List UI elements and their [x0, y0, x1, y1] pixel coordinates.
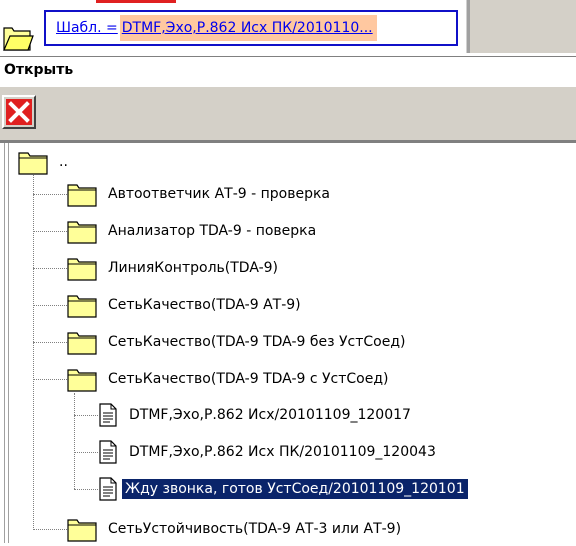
tree-connector: [33, 379, 67, 381]
tree-item-label: Жду звонка, готов УстСоед/20101109_12010…: [122, 479, 468, 499]
tree-item-folder[interactable]: Автоответчик АТ-9 - проверка: [67, 177, 333, 211]
tree-connector: [74, 393, 76, 489]
file-tree: .. Автоответчик АТ-9 - проверка Анализат…: [10, 143, 576, 543]
tree-item-label: ЛинияКонтроль(TDA-9): [108, 260, 279, 276]
tree-item-label: ..: [59, 154, 68, 170]
folder-icon: [67, 369, 97, 392]
tree-item-folder[interactable]: СетьКачество(TDA-9 АТ-9): [67, 288, 304, 322]
template-field[interactable]: Шабл. = DTMF,Эхо,Р.862 Исх ПК/2010110...: [44, 10, 458, 46]
tree-item-folder[interactable]: СетьУстойчивость(TDA-9 АТ-3 или АТ-9): [67, 512, 404, 546]
tree-item-file[interactable]: DTMF,Эхо,Р.862 Исх ПК/20101109_120043: [98, 435, 439, 469]
tree-connector: [33, 231, 67, 233]
tree-connector: [33, 175, 35, 530]
panel-title: Открыть: [4, 62, 74, 78]
right-pane: [470, 0, 576, 53]
document-icon: [99, 440, 117, 464]
folder-icon: [67, 221, 97, 244]
folder-icon: [67, 258, 97, 281]
document-icon: [99, 403, 117, 427]
red-accent-bar: [96, 0, 176, 3]
tree-item-label: Автоответчик АТ-9 - проверка: [108, 186, 330, 202]
tree-item-label: СетьКачество(TDA-9 TDA-9 без УстСоед): [108, 334, 406, 350]
tree-connector: [74, 452, 98, 454]
tree-item-label: СетьКачество(TDA-9 TDA-9 с УстСоед): [108, 371, 389, 387]
folder-icon: [67, 519, 97, 542]
document-icon: [99, 477, 117, 501]
tree-connector: [33, 194, 67, 196]
template-label[interactable]: Шабл. =: [56, 20, 118, 36]
folder-icon: [18, 152, 48, 175]
toolbar: [0, 91, 576, 141]
tree-item-label: DTMF,Эхо,Р.862 Исх/20101109_120017: [129, 407, 411, 423]
template-value-link[interactable]: DTMF,Эхо,Р.862 Исх ПК/2010110...: [119, 15, 377, 41]
close-button[interactable]: [2, 95, 36, 129]
tree-connector: [33, 268, 67, 270]
tree-item-label: СетьКачество(TDA-9 АТ-9): [108, 297, 301, 313]
tree-item-folder[interactable]: СетьКачество(TDA-9 TDA-9 без УстСоед): [67, 325, 408, 359]
template-strip: Шабл. = DTMF,Эхо,Р.862 Исх ПК/2010110...: [0, 0, 576, 53]
tree-connector: [33, 342, 67, 344]
frame-line: [4, 143, 5, 543]
tree-item-folder[interactable]: Анализатор TDA-9 - поверка: [67, 214, 319, 248]
tree-item-folder-expanded[interactable]: СетьКачество(TDA-9 TDA-9 с УстСоед): [67, 362, 392, 396]
tree-item-label: DTMF,Эхо,Р.862 Исх ПК/20101109_120043: [129, 444, 436, 460]
tree-connector: [33, 305, 67, 307]
tree-item-label: Анализатор TDA-9 - поверка: [108, 223, 317, 239]
open-panel-header: Открыть: [0, 56, 576, 86]
tree-item-label: СетьУстойчивость(TDA-9 АТ-3 или АТ-9): [108, 521, 402, 537]
folder-icon: [67, 332, 97, 355]
tree-connector: [74, 489, 98, 491]
tree-connector: [74, 415, 98, 417]
tree-item-file-selected[interactable]: Жду звонка, готов УстСоед/20101109_12010…: [98, 472, 468, 506]
tree-item-folder[interactable]: ЛинияКонтроль(TDA-9): [67, 251, 281, 285]
tree-item-file[interactable]: DTMF,Эхо,Р.862 Исх/20101109_120017: [98, 398, 414, 432]
close-icon: [6, 99, 32, 125]
tree-item-parent[interactable]: ..: [18, 145, 71, 179]
folder-icon: [67, 295, 97, 318]
folder-icon: [67, 184, 97, 207]
open-folder-icon[interactable]: [2, 22, 34, 52]
tree-connector: [33, 529, 67, 531]
frame-line: [8, 143, 9, 543]
